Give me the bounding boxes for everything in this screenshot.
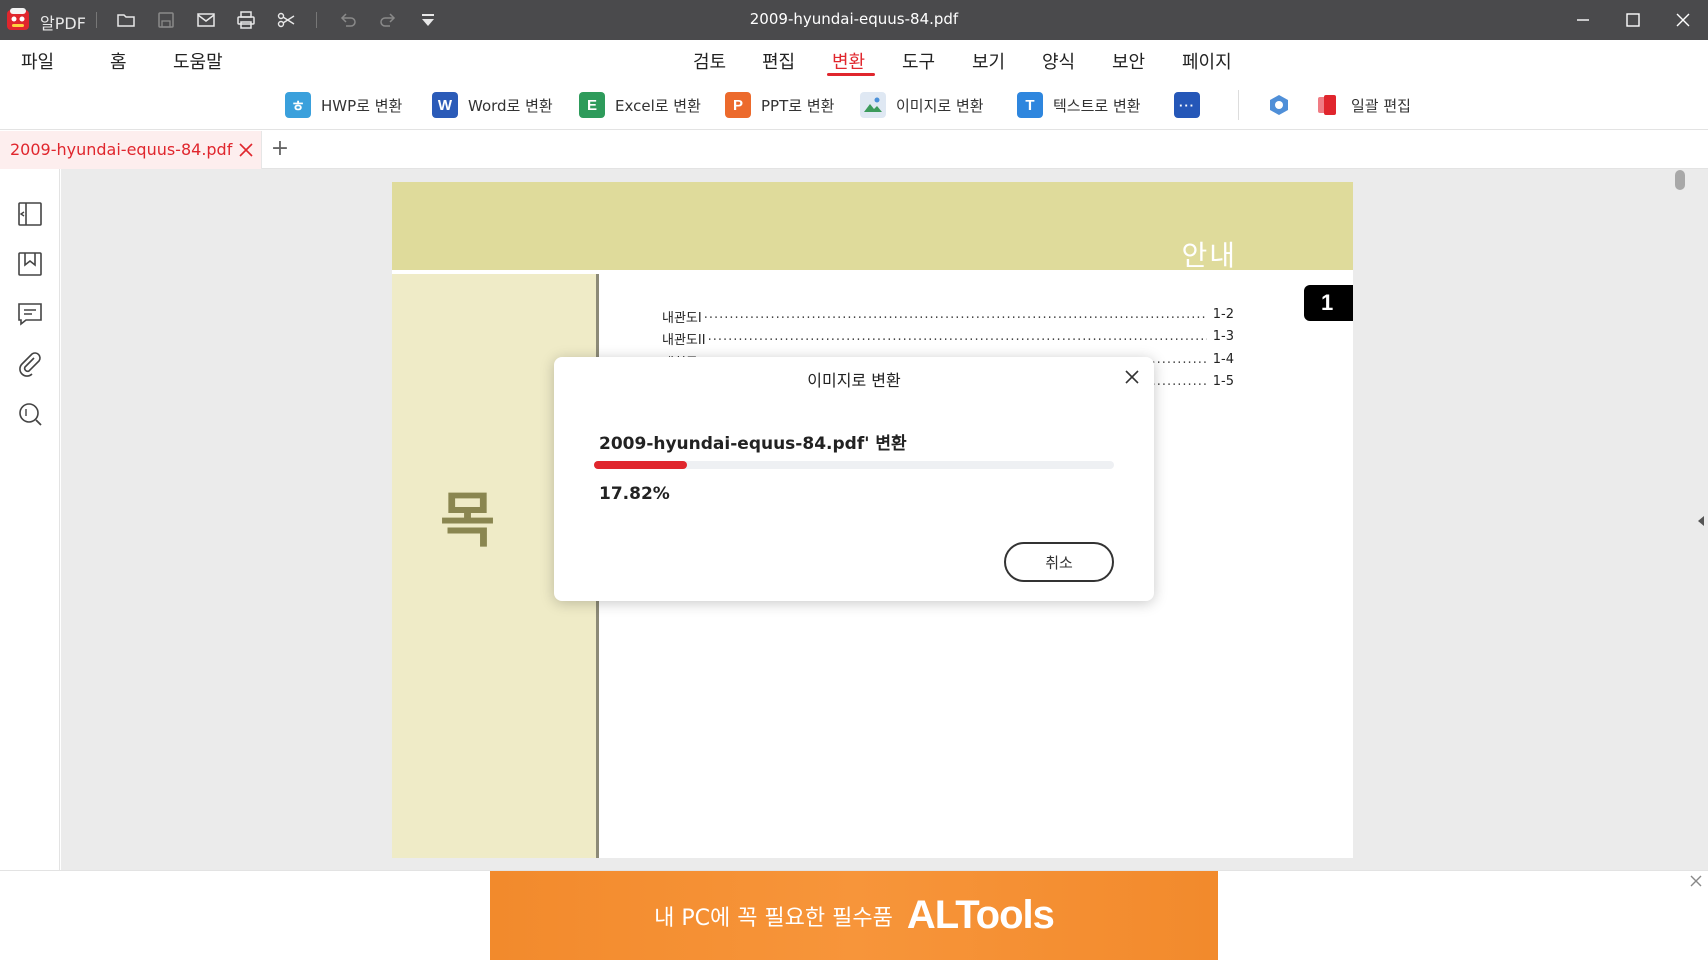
convert-excel-label: Excel로 변환	[615, 96, 701, 115]
toolbar-separator	[96, 12, 97, 28]
toc-row-title: 내관도II	[662, 329, 708, 348]
hexagon-settings-icon	[1266, 92, 1292, 118]
mail-icon[interactable]	[194, 8, 218, 32]
ppt-icon: P	[725, 92, 751, 118]
menu-security[interactable]: 보안	[1112, 48, 1145, 74]
toc-row-page: 1-4	[1212, 352, 1234, 367]
alpdf-logo-icon	[4, 6, 32, 34]
close-tab-icon[interactable]	[236, 140, 256, 160]
convert-ribbon: ㅎ HWP로 변환 W Word로 변환 E Excel로 변환 P PPT로 …	[0, 80, 1708, 130]
bookmark-icon[interactable]	[17, 251, 43, 277]
document-tab[interactable]: 2009-hyundai-equus-84.pdf	[0, 131, 262, 169]
convert-excel-button[interactable]: E Excel로 변환	[579, 90, 701, 120]
attachment-icon[interactable]	[17, 351, 43, 377]
convert-hwp-button[interactable]: ㅎ HWP로 변환	[285, 90, 402, 120]
toc-row-page: 1-2	[1212, 307, 1234, 322]
toc-row: 내관도II ..................................…	[662, 329, 1234, 348]
document-tab-label: 2009-hyundai-equus-84.pdf	[10, 140, 233, 159]
app-name: 알PDF	[40, 14, 86, 33]
left-sidebar	[0, 169, 60, 870]
toc-row-title: 내관도I	[662, 307, 704, 326]
cancel-button[interactable]: 취소	[1004, 542, 1114, 582]
add-tab-button[interactable]: +	[268, 137, 292, 161]
more-convert-button[interactable]: ···	[1174, 90, 1210, 120]
batch-edit-label: 일괄 편집	[1351, 96, 1411, 115]
menu-form[interactable]: 양식	[1042, 48, 1075, 74]
batch-edit-button[interactable]: 일괄 편집	[1315, 90, 1411, 120]
convert-ppt-label: PPT로 변환	[761, 96, 835, 115]
search-icon[interactable]	[17, 401, 43, 427]
image-icon	[860, 92, 886, 118]
minimize-button[interactable]	[1558, 0, 1608, 40]
settings-button[interactable]	[1266, 90, 1302, 120]
convert-image-label: 이미지로 변환	[896, 96, 984, 115]
menu-review[interactable]: 검토	[693, 48, 726, 74]
open-folder-icon[interactable]	[114, 8, 138, 32]
expand-right-panel-icon[interactable]	[1697, 513, 1705, 527]
menu-edit[interactable]: 편집	[762, 48, 795, 74]
toc-row-page: 1-3	[1212, 329, 1234, 344]
convert-word-label: Word로 변환	[468, 96, 553, 115]
progress-percent: 17.82%	[599, 484, 670, 504]
active-menu-indicator	[827, 73, 875, 76]
more-icon: ···	[1174, 92, 1200, 118]
convert-text-button[interactable]: T 텍스트로 변환	[1017, 90, 1141, 120]
menu-home[interactable]: 홈	[110, 48, 127, 74]
ad-brand: ALTools	[906, 893, 1055, 937]
thumbnail-panel-icon[interactable]	[17, 201, 43, 227]
progress-fill	[594, 461, 687, 469]
toc-leader: ........................................…	[707, 329, 1207, 344]
word-icon: W	[432, 92, 458, 118]
convert-hwp-label: HWP로 변환	[321, 96, 403, 115]
vertical-scrollbar[interactable]	[1675, 170, 1685, 190]
scissors-icon[interactable]	[274, 8, 298, 32]
dialog-file-text: 2009-hyundai-equus-84.pdf' 변환	[599, 434, 907, 454]
convert-to-image-dialog: 이미지로 변환 2009-hyundai-equus-84.pdf' 변환 17…	[554, 357, 1154, 601]
chapter-badge: 1	[1304, 285, 1353, 321]
dialog-title: 이미지로 변환	[807, 371, 901, 390]
convert-image-button[interactable]: 이미지로 변환	[860, 90, 984, 120]
toc-row-page: 1-5	[1212, 374, 1234, 389]
comment-icon[interactable]	[17, 301, 43, 327]
menu-file[interactable]: 파일	[21, 48, 54, 74]
progress-bar	[594, 461, 1114, 469]
convert-ppt-button[interactable]: P PPT로 변환	[725, 90, 834, 120]
convert-word-button[interactable]: W Word로 변환	[432, 90, 553, 120]
undo-icon[interactable]	[336, 8, 360, 32]
text-icon: T	[1017, 92, 1043, 118]
close-window-button[interactable]	[1658, 0, 1708, 40]
ad-text: 내 PC에 꼭 필요한 필수품	[654, 905, 893, 931]
toc-leader: ........................................…	[703, 307, 1207, 322]
title-bar: 알PDF 2009-hyundai-equus-84.pdf	[0, 0, 1708, 40]
save-icon[interactable]	[154, 8, 178, 32]
ribbon-separator	[1238, 90, 1239, 120]
ad-close-icon[interactable]	[1689, 873, 1703, 887]
toolbar-separator	[316, 12, 317, 28]
dialog-close-icon[interactable]	[1123, 368, 1141, 386]
menu-tools[interactable]: 도구	[902, 48, 935, 74]
menu-help[interactable]: 도움말	[173, 48, 223, 74]
redo-icon[interactable]	[376, 8, 400, 32]
document-tab-bar: 2009-hyundai-equus-84.pdf +	[0, 131, 1708, 169]
maximize-button[interactable]	[1608, 0, 1658, 40]
print-icon[interactable]	[234, 8, 258, 32]
menu-convert[interactable]: 변환	[832, 48, 865, 74]
page-header-title: 안내	[1181, 239, 1237, 272]
menu-view[interactable]: 보기	[972, 48, 1005, 74]
customize-dropdown-icon[interactable]	[416, 8, 440, 32]
menu-page[interactable]: 페이지	[1182, 48, 1232, 74]
hwp-icon: ㅎ	[285, 92, 311, 118]
excel-icon: E	[579, 92, 605, 118]
batch-edit-icon	[1315, 92, 1341, 118]
toc-row: 내관도I ...................................…	[662, 307, 1234, 326]
altools-ad-banner[interactable]: 내 PC에 꼭 필요한 필수품 ALTools	[490, 871, 1218, 960]
convert-text-label: 텍스트로 변환	[1053, 96, 1141, 115]
